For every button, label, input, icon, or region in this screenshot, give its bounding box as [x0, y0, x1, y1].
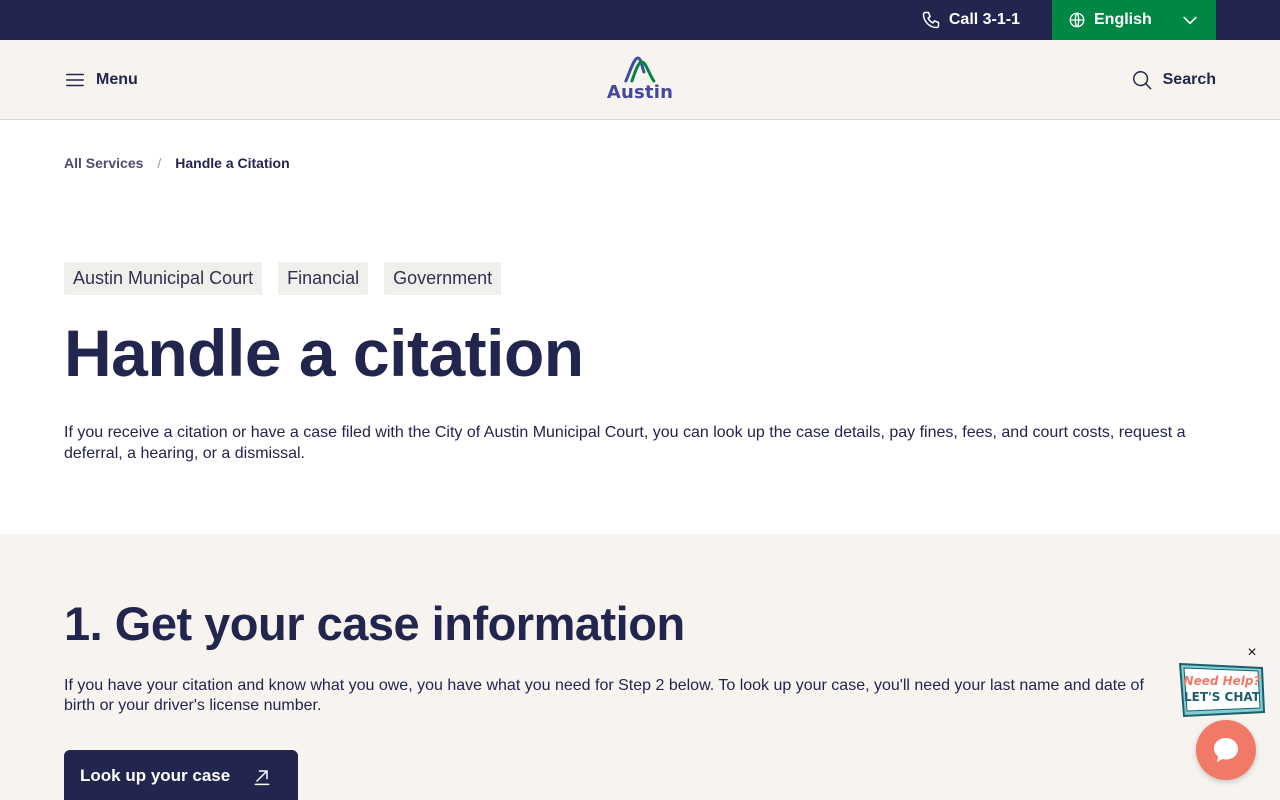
tag-financial[interactable]: Financial [278, 262, 369, 295]
phone-icon [922, 11, 940, 29]
language-selector[interactable]: English [1052, 0, 1216, 40]
breadcrumb-separator: / [157, 155, 162, 171]
intro-text: If you receive a citation or have a case… [64, 424, 1186, 463]
site-header: Menu Austin Search [0, 40, 1280, 120]
chat-launcher-button[interactable] [1196, 720, 1256, 780]
breadcrumb: All Services / Handle a Citation [0, 120, 1280, 171]
chat-sign-line1: Need Help? [1184, 674, 1261, 688]
breadcrumb-current: Handle a Citation [175, 155, 290, 171]
look-up-case-label: Look up your case [80, 765, 231, 785]
step-1-section: 1. Get your case information If you have… [0, 534, 1280, 800]
chat-sign-line2: LET'S CHAT [1184, 690, 1261, 704]
globe-icon [1069, 12, 1085, 28]
austin-logo[interactable]: Austin [607, 54, 673, 103]
external-arrow-icon [254, 769, 270, 785]
hamburger-icon [66, 73, 84, 86]
chevron-down-icon [1183, 16, 1197, 25]
search-button[interactable]: Search [1131, 69, 1216, 91]
call-label: Call 3-1-1 [948, 11, 1020, 28]
step-1-text: If you have your citation and know what … [64, 676, 1144, 714]
tag-list: Austin Municipal Court Financial Governm… [64, 262, 1216, 295]
austin-logo-mark-icon [624, 56, 656, 83]
search-label: Search [1162, 70, 1216, 88]
call-311-link[interactable]: Call 3-1-1 [889, 0, 1052, 40]
need-help-chat-sign[interactable]: Need Help? LET'S CHAT [1176, 660, 1266, 720]
look-up-case-button[interactable]: Look up your case [64, 749, 298, 800]
menu-button[interactable]: Menu [64, 69, 138, 91]
search-icon [1132, 70, 1152, 89]
chat-bubble-icon [1214, 738, 1238, 762]
breadcrumb-all-services[interactable]: All Services [64, 155, 143, 171]
language-label: English [1094, 11, 1152, 28]
tag-government[interactable]: Government [384, 262, 502, 295]
menu-label: Menu [96, 70, 138, 88]
tag-austin-municipal-court[interactable]: Austin Municipal Court [64, 262, 263, 295]
hero-section: Austin Municipal Court Financial Governm… [0, 262, 1280, 464]
utility-bar: Call 3-1-1 English [0, 0, 1280, 40]
page-title: Handle a citation [64, 316, 584, 390]
step-1-title: 1. Get your case information [64, 597, 685, 650]
logo-text: Austin [606, 82, 674, 103]
chat-close-button[interactable]: × [1244, 645, 1260, 661]
